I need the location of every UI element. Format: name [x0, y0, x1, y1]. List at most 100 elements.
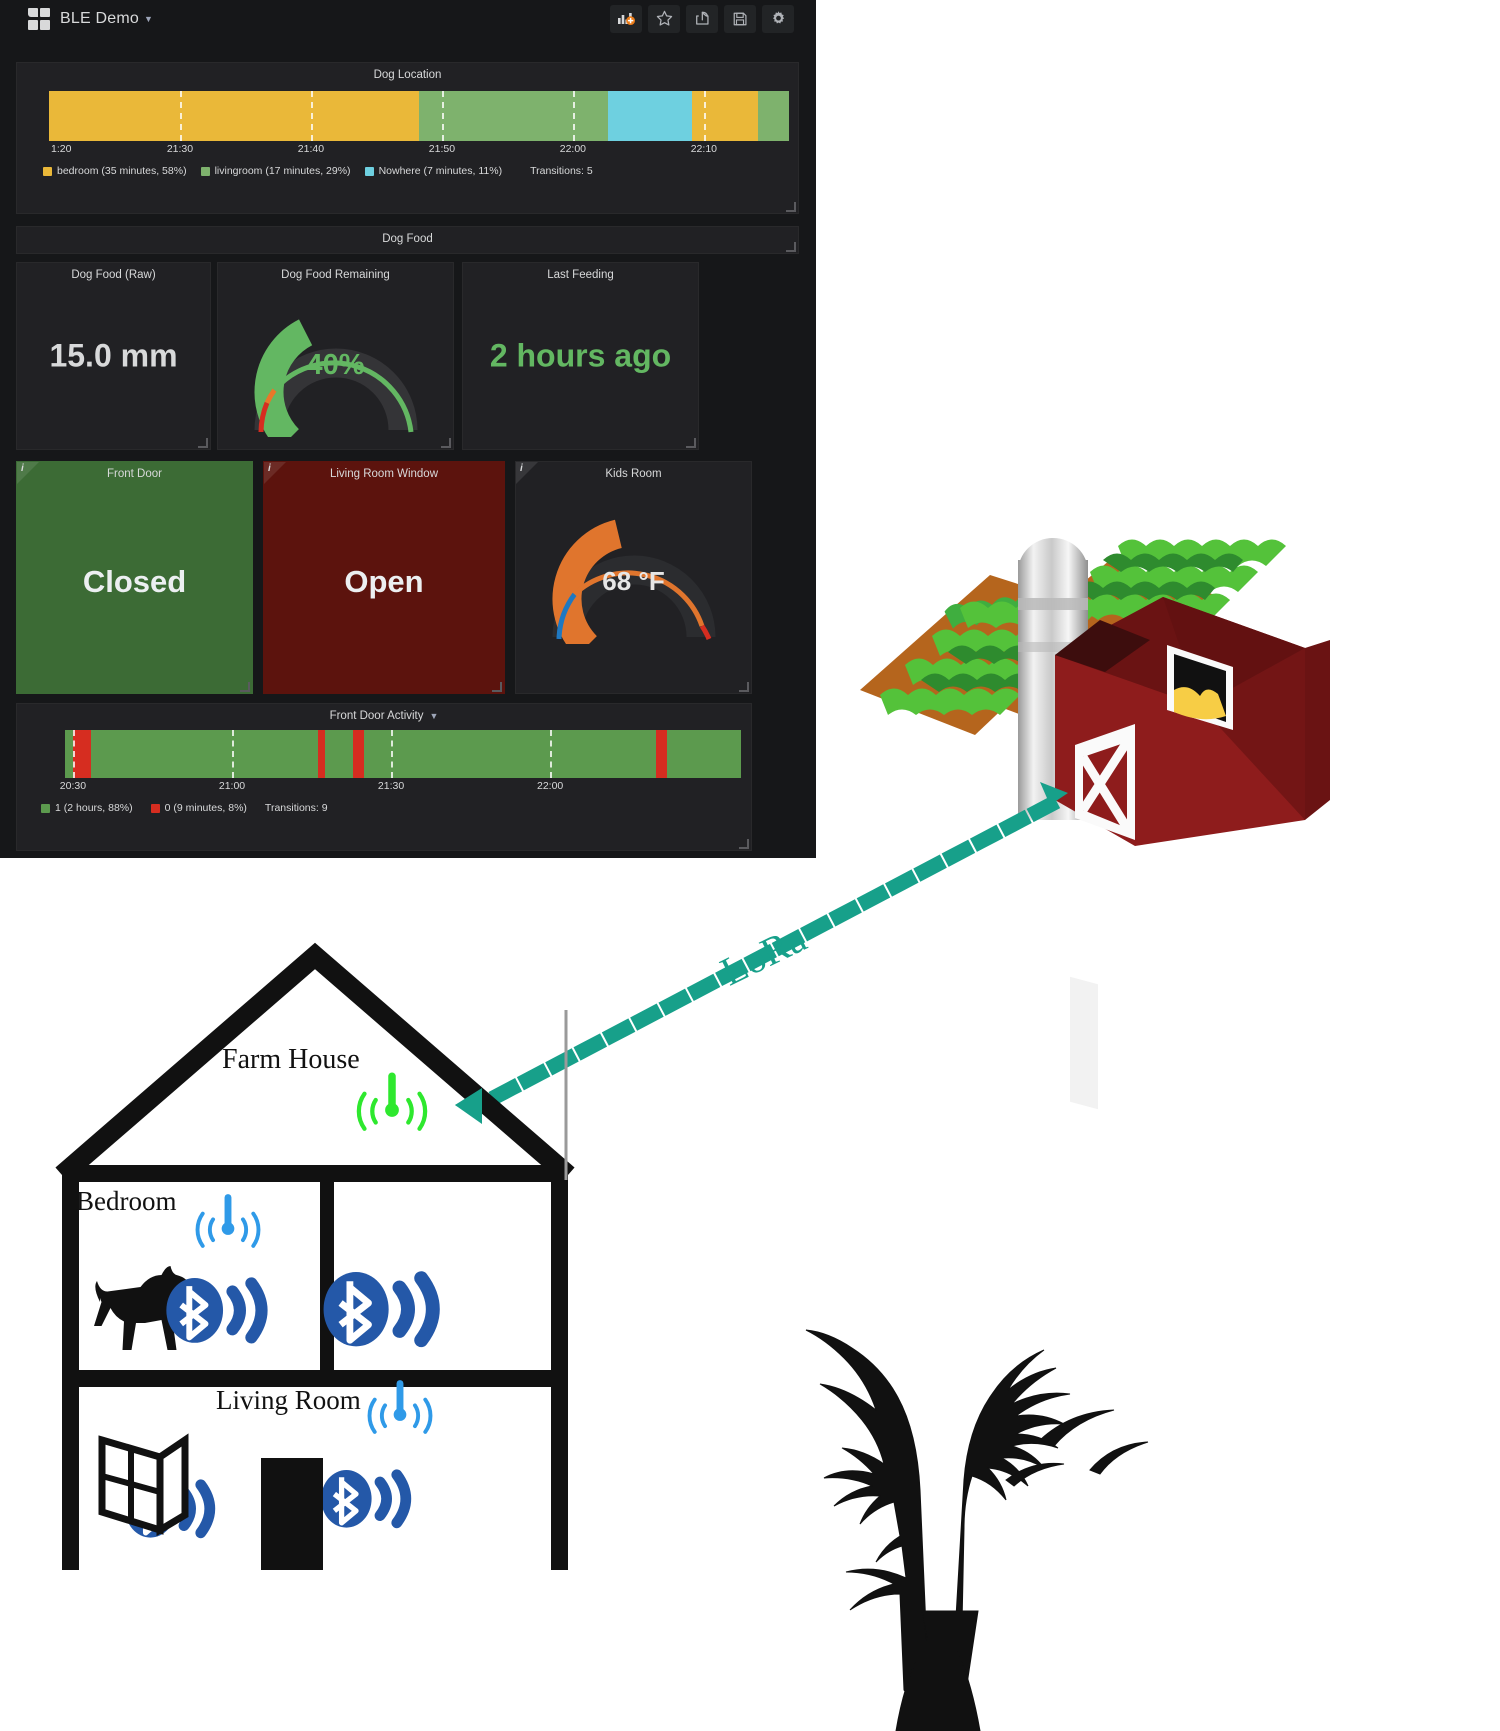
- share-button[interactable]: [686, 4, 718, 33]
- info-icon[interactable]: i: [21, 463, 24, 474]
- legend-item[interactable]: 0 (9 minutes, 8%): [150, 802, 247, 814]
- dashboard-title[interactable]: BLE Demo: [60, 10, 139, 28]
- gridline: [441, 91, 444, 141]
- grafana-grid-icon[interactable]: [28, 7, 50, 30]
- transitions-count: Transitions: 9: [264, 802, 328, 814]
- save-button[interactable]: [724, 4, 756, 33]
- legend-label: bedroom (35 minutes, 58%): [57, 165, 187, 177]
- panel-title: Dog Food: [382, 233, 433, 245]
- x-tick-label: 21:40: [297, 143, 325, 155]
- gridline: [310, 91, 313, 141]
- x-tick-label: 20:30: [59, 780, 87, 792]
- panel-dog-food-remaining[interactable]: Dog Food Remaining 40%: [217, 262, 454, 450]
- bluetooth-signal-icon: [323, 1271, 440, 1348]
- front-door-activity-timeline: [65, 730, 741, 778]
- antenna-blue-icon: [367, 1380, 433, 1434]
- bare-tree-icon: [805, 1329, 1149, 1731]
- bluetooth-signal-icon: [125, 1479, 216, 1539]
- legend: bedroom (35 minutes, 58%) livingroom (17…: [43, 165, 792, 177]
- bluetooth-signal-icon: [321, 1469, 412, 1529]
- gauge-value: 68 °F: [602, 566, 665, 596]
- legend-swatch: [200, 166, 210, 176]
- panel-resize-handle[interactable]: [786, 242, 796, 252]
- chevron-down-icon[interactable]: ▼: [144, 14, 153, 24]
- x-tick-label: 22:00: [536, 780, 564, 792]
- bluetooth-signal-icon: [166, 1277, 268, 1344]
- panel-dog-food-row[interactable]: Dog Food: [16, 226, 799, 254]
- timeline-segment: [364, 730, 657, 778]
- timeline-segment: [692, 91, 758, 141]
- panel-resize-handle[interactable]: [441, 438, 451, 448]
- info-icon[interactable]: i: [520, 463, 523, 474]
- panel-resize-handle[interactable]: [739, 682, 749, 692]
- open-window-icon: [98, 1433, 189, 1537]
- dog-icon: [94, 1266, 190, 1350]
- gridline: [179, 91, 182, 141]
- state-value: Closed: [82, 564, 187, 600]
- panel-resize-handle[interactable]: [786, 202, 796, 212]
- legend-label: 1 (2 hours, 88%): [55, 802, 133, 814]
- timeline-segment: [419, 91, 609, 141]
- timeline-segment: [352, 730, 365, 778]
- legend-label: 0 (9 minutes, 8%): [164, 802, 247, 814]
- x-tick-label: 22:00: [559, 143, 587, 155]
- legend-item[interactable]: bedroom (35 minutes, 58%): [43, 165, 187, 177]
- panel-title: Front Door Activity ▼: [17, 704, 751, 726]
- gridline: [550, 730, 553, 778]
- panel-resize-handle[interactable]: [198, 438, 208, 448]
- gauge-value: 40%: [306, 349, 365, 381]
- timeline-segment: [73, 730, 91, 778]
- panel-title: Front Door: [107, 468, 162, 480]
- panel-kids-room[interactable]: i Kids Room 68 °F: [515, 461, 752, 694]
- timeline-segment: [90, 730, 319, 778]
- legend-label: Nowhere (7 minutes, 11%): [378, 165, 503, 177]
- barn-door-icon: [1075, 724, 1135, 840]
- panel-living-room-window[interactable]: i Living Room Window Open: [263, 461, 505, 694]
- door-icon: [261, 1458, 323, 1570]
- gridline: [232, 730, 234, 778]
- antenna-blue-icon: [195, 1194, 261, 1248]
- timeline-segment: [757, 91, 789, 141]
- state-value: Open: [344, 564, 424, 600]
- panel-resize-handle[interactable]: [240, 682, 250, 692]
- info-icon[interactable]: i: [268, 463, 271, 474]
- silo-icon: [1018, 538, 1088, 820]
- gridline: [72, 730, 75, 778]
- dashboard-header: BLE Demo ▼: [0, 0, 816, 37]
- timeline-segment: [49, 91, 419, 141]
- panel-title: Last Feeding: [547, 269, 614, 281]
- legend-label: livingroom (17 minutes, 29%): [214, 165, 351, 177]
- lora-arrow-icon: [455, 1088, 482, 1124]
- panel-dog-food-raw[interactable]: Dog Food (Raw) 15.0 mm: [16, 262, 211, 450]
- bedroom-label: Bedroom: [76, 1186, 177, 1216]
- panel-resize-handle[interactable]: [492, 682, 502, 692]
- panel-title: Dog Food Remaining: [281, 269, 390, 281]
- panel-front-door[interactable]: i Front Door Closed: [16, 461, 253, 694]
- legend-item[interactable]: 1 (2 hours, 88%): [41, 802, 133, 814]
- x-axis-ticks: 1:20 21:30 21:40 21:50 22:00 22:10: [17, 143, 798, 159]
- star-button[interactable]: [648, 4, 680, 33]
- legend-item[interactable]: livingroom (17 minutes, 29%): [200, 165, 351, 177]
- timeline-segment: [656, 730, 668, 778]
- panel-front-door-activity[interactable]: Front Door Activity ▼ 20:30 21:00 21:30 22:0…: [16, 703, 752, 851]
- barn-icon: [1055, 597, 1330, 1110]
- panel-dog-location[interactable]: Dog Location 1:20 21:30 21:40 21:50 22:00 22:…: [16, 62, 799, 214]
- chevron-down-icon[interactable]: ▼: [430, 711, 439, 721]
- add-panel-button[interactable]: [610, 4, 642, 33]
- x-tick-label: 1:20: [51, 143, 72, 155]
- farm-house-label: Farm House: [222, 1044, 360, 1075]
- legend-item[interactable]: Nowhere (7 minutes, 11%): [364, 165, 503, 177]
- panel-last-feeding[interactable]: Last Feeding 2 hours ago: [462, 262, 699, 450]
- x-tick-label: 21:00: [218, 780, 246, 792]
- stat-value: 2 hours ago: [489, 337, 672, 374]
- x-tick-label: 21:50: [428, 143, 456, 155]
- settings-button[interactable]: [762, 4, 794, 33]
- panel-resize-handle[interactable]: [739, 839, 749, 849]
- panel-title: Living Room Window: [329, 468, 438, 480]
- panel-resize-handle[interactable]: [686, 438, 696, 448]
- panel-title-text: Front Door Activity: [329, 710, 424, 722]
- gridline: [391, 730, 394, 778]
- antenna-green-icon: [356, 1072, 428, 1131]
- legend-swatch: [43, 166, 52, 176]
- lora-label: LoRa: [713, 914, 814, 995]
